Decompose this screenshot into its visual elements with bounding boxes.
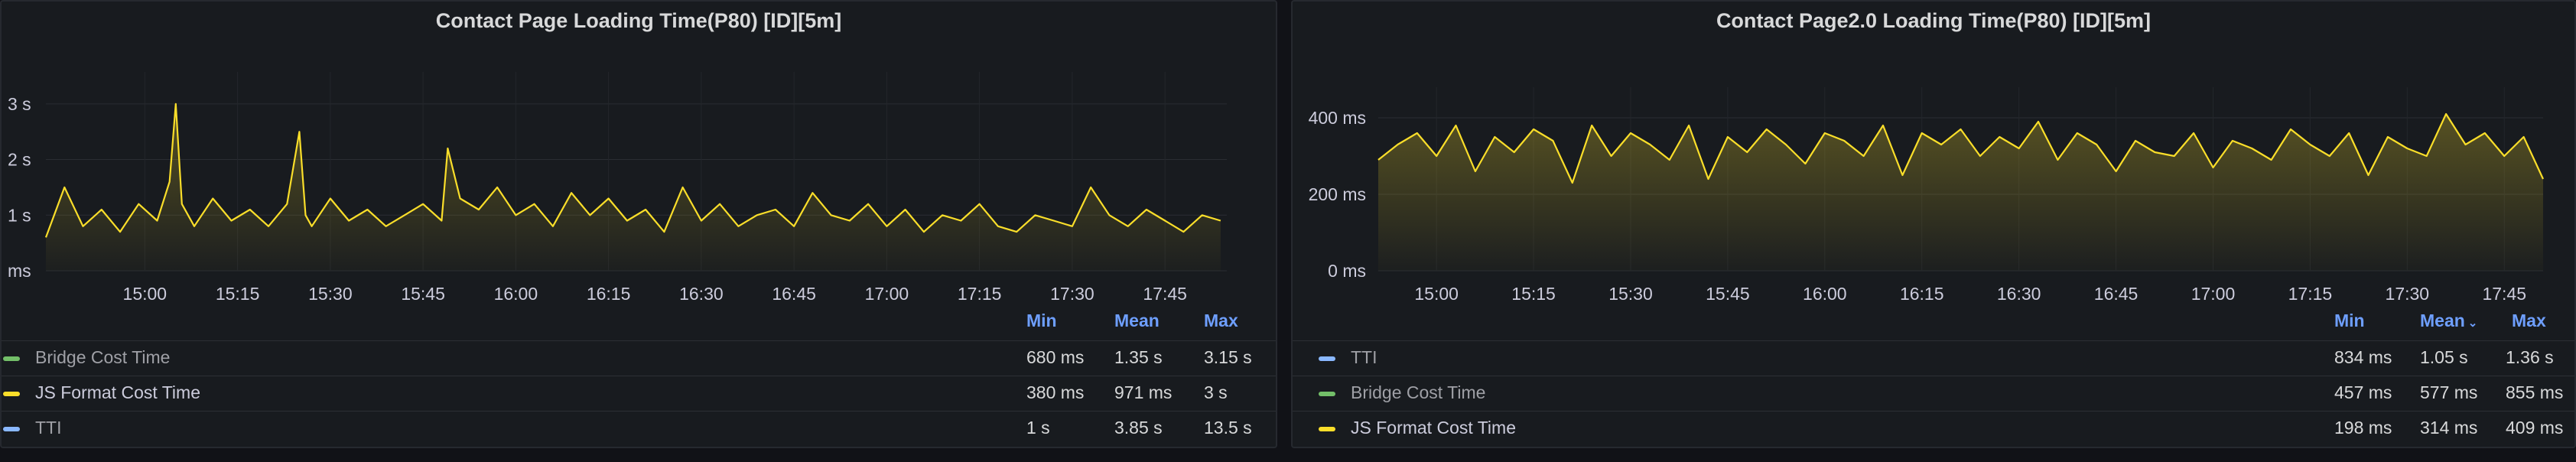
y-tick-label: 0 ms — [1328, 261, 1366, 281]
y-tick-label: 1 s — [8, 205, 31, 225]
x-tick-label: 15:00 — [1414, 284, 1459, 304]
x-tick-label: 16:30 — [1997, 284, 2041, 304]
series-max: 3.15 s — [1204, 347, 1252, 367]
series-mean: 3.85 s — [1114, 418, 1163, 438]
series-name[interactable]: JS Format Cost Time — [35, 382, 200, 403]
series-name[interactable]: Bridge Cost Time — [35, 347, 170, 368]
y-tick-label: 2 s — [8, 150, 31, 170]
x-tick-label: 17:45 — [2482, 284, 2526, 304]
legend-header-mean[interactable]: Mean — [1114, 311, 1160, 331]
series-color-swatch — [3, 392, 20, 396]
panel-contact-page[interactable]: Contact Page Loading Time(P80) [ID][5m] … — [0, 0, 1277, 448]
series-area — [1378, 114, 2543, 271]
series-area — [46, 103, 1221, 271]
legend-row[interactable]: JS Format Cost Time 380 ms 971 ms 3 s — [2, 376, 1276, 410]
series-mean: 1.05 s — [2420, 347, 2468, 367]
series-mean: 314 ms — [2420, 418, 2478, 438]
series-mean: 1.35 s — [1114, 347, 1163, 367]
x-tick-label: 16:15 — [587, 284, 631, 304]
series-min: 380 ms — [1026, 382, 1085, 402]
x-tick-label: 17:30 — [2386, 284, 2430, 304]
x-tick-label: 16:15 — [1900, 284, 1944, 304]
legend-header-mean[interactable]: Mean ⌄ — [2420, 311, 2477, 331]
panel-contact-page2[interactable]: Contact Page2.0 Loading Time(P80) [ID][5… — [1291, 0, 2576, 448]
y-tick-label: 3 s — [8, 94, 31, 114]
series-min: 680 ms — [1026, 347, 1085, 367]
series-min: 1 s — [1026, 418, 1050, 438]
legend-header-mean-label: Mean — [2420, 311, 2465, 330]
legend-header-min[interactable]: Min — [1026, 311, 1057, 331]
x-tick-label: 15:45 — [401, 284, 445, 304]
series-name[interactable]: TTI — [1351, 347, 1377, 368]
series-color-swatch — [3, 427, 20, 431]
x-tick-label: 15:45 — [1706, 284, 1750, 304]
legend-row[interactable]: Bridge Cost Time 680 ms 1.35 s 3.15 s — [2, 340, 1276, 375]
x-tick-label: 17:00 — [2191, 284, 2236, 304]
sort-desc-icon: ⌄ — [2467, 317, 2478, 330]
y-tick-label: 400 ms — [1309, 108, 1366, 128]
x-tick-label: 17:45 — [1143, 284, 1187, 304]
x-tick-label: 16:30 — [679, 284, 724, 304]
legend-header-max[interactable]: Max — [2512, 311, 2546, 331]
y-tick-label: ms — [8, 261, 31, 281]
series-max: 3 s — [1204, 382, 1228, 402]
series-max: 409 ms — [2506, 418, 2564, 438]
legend-row[interactable]: TTI 1 s 3.85 s 13.5 s — [2, 411, 1276, 445]
legend-row[interactable]: Bridge Cost Time 457 ms 577 ms 855 ms — [1293, 376, 2574, 410]
series-mean: 971 ms — [1114, 382, 1173, 402]
x-tick-label: 15:15 — [216, 284, 260, 304]
series-color-swatch — [3, 356, 20, 361]
series-min: 834 ms — [2334, 347, 2392, 367]
x-tick-label: 15:00 — [123, 284, 168, 304]
series-color-swatch — [1319, 356, 1335, 361]
x-tick-label: 17:30 — [1050, 284, 1094, 304]
series-color-swatch — [1319, 427, 1335, 431]
x-tick-label: 17:00 — [865, 284, 909, 304]
x-tick-label: 15:30 — [1608, 284, 1653, 304]
series-min: 198 ms — [2334, 418, 2392, 438]
y-tick-label: 200 ms — [1309, 184, 1366, 204]
x-tick-label: 17:15 — [2288, 284, 2333, 304]
legend-row[interactable]: JS Format Cost Time 198 ms 314 ms 409 ms — [1293, 411, 2574, 445]
series-mean: 577 ms — [2420, 382, 2478, 402]
x-tick-label: 16:45 — [2094, 284, 2139, 304]
line-chart: 0 ms 200 ms 400 ms 15:00 15:15 15:30 15:45 16:0… — [1309, 87, 2544, 304]
series-name[interactable]: Bridge Cost Time — [1351, 382, 1485, 403]
legend-header-min[interactable]: Min — [2334, 311, 2365, 331]
series-color-swatch — [1319, 392, 1335, 396]
legend-header-max[interactable]: Max — [1204, 311, 1238, 331]
series-max: 855 ms — [2506, 382, 2564, 402]
x-tick-label: 16:00 — [1803, 284, 1847, 304]
series-name[interactable]: TTI — [35, 418, 62, 438]
legend-row[interactable]: TTI 834 ms 1.05 s 1.36 s — [1293, 340, 2574, 375]
series-max: 1.36 s — [2506, 347, 2554, 367]
x-tick-label: 16:00 — [494, 284, 538, 304]
series-max: 13.5 s — [1204, 418, 1252, 438]
line-chart: ms 1 s 2 s 3 s 15:00 15:15 15:30 15:45 16:00 16:1… — [8, 72, 1227, 304]
x-tick-label: 16:45 — [772, 284, 816, 304]
series-name[interactable]: JS Format Cost Time — [1351, 418, 1516, 438]
x-tick-label: 15:30 — [308, 284, 353, 304]
series-min: 457 ms — [2334, 382, 2392, 402]
x-tick-label: 17:15 — [958, 284, 1002, 304]
x-tick-label: 15:15 — [1511, 284, 1556, 304]
